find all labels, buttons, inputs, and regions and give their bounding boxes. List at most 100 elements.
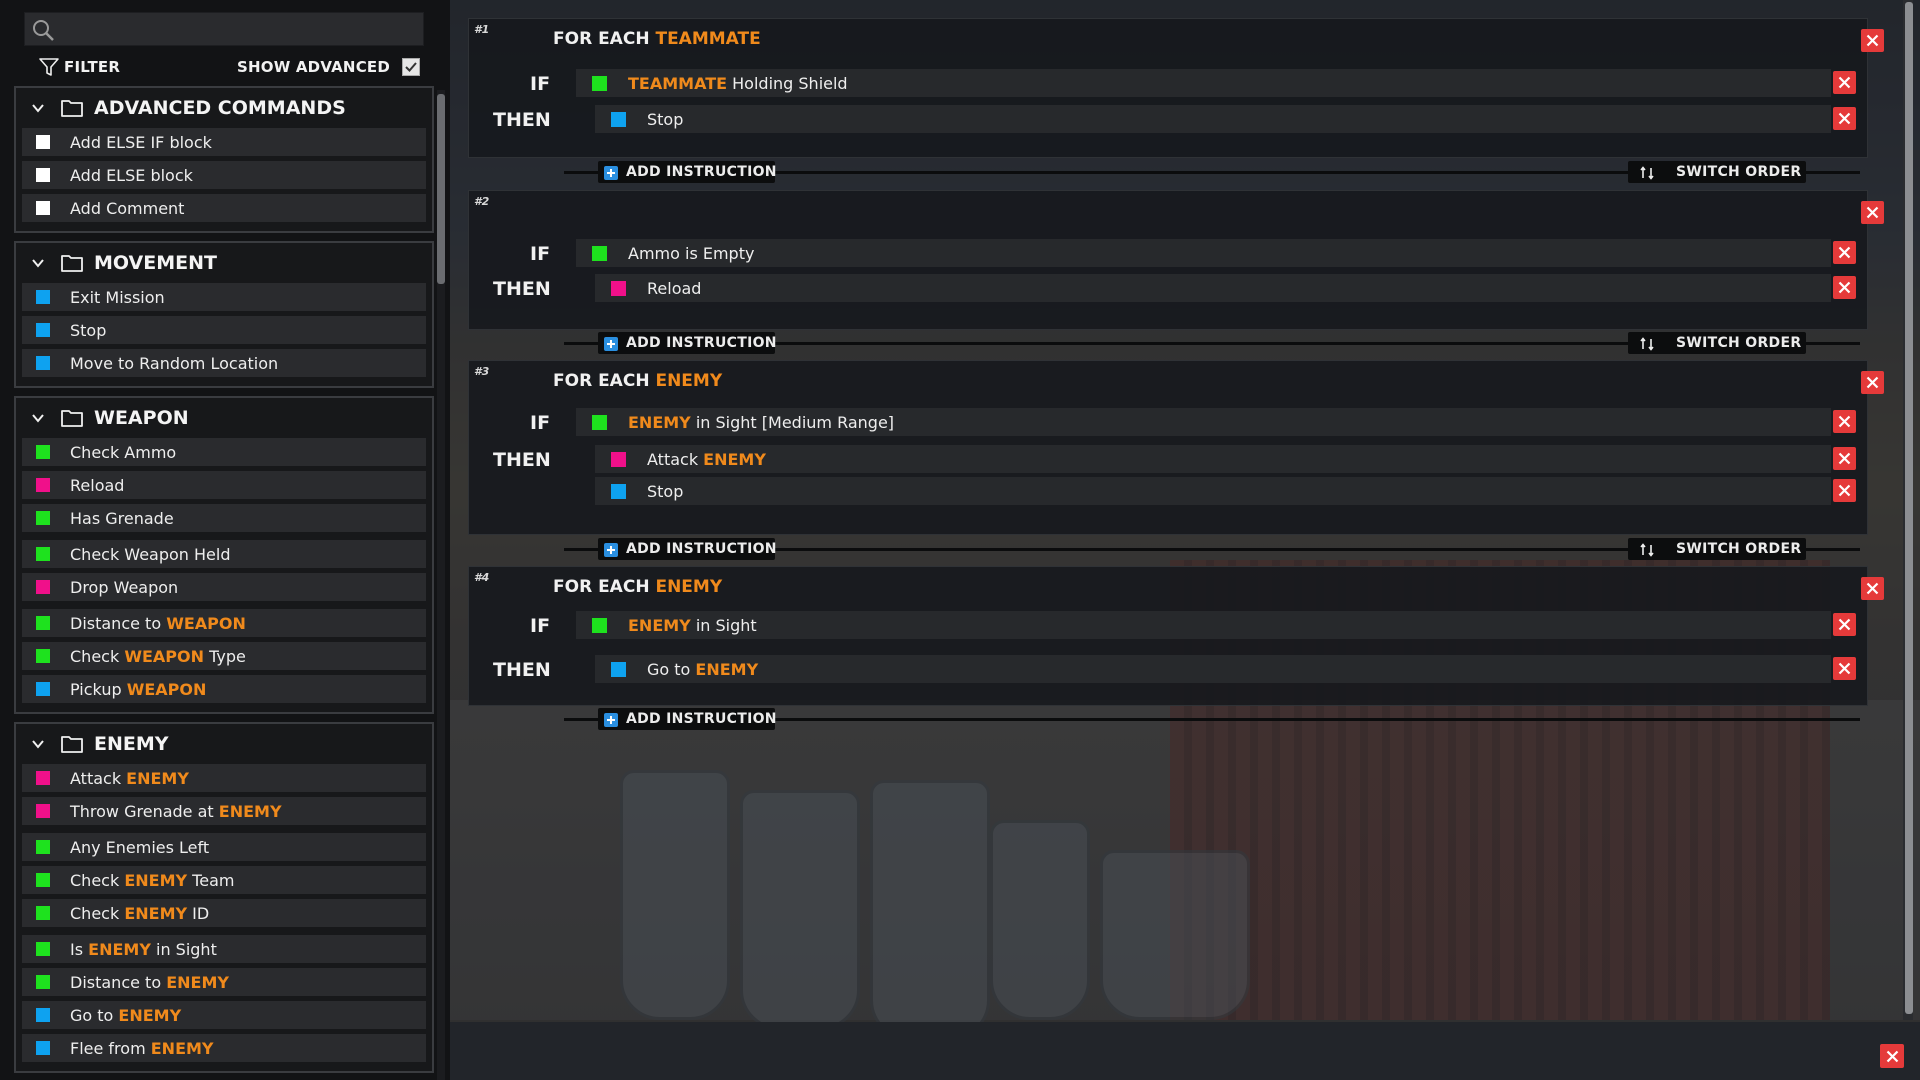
command-label: Stop [70, 321, 106, 340]
category-header[interactable]: ENEMY [20, 724, 428, 764]
delete-condition-button[interactable] [1833, 241, 1856, 264]
show-advanced-label: SHOW ADVANCED [237, 58, 390, 76]
label-text: Reload [647, 278, 702, 298]
show-advanced-checkbox[interactable] [402, 58, 420, 76]
command-label: Distance to ENEMY [70, 973, 229, 992]
switch-order-button[interactable]: SWITCH ORDER [1628, 161, 1806, 183]
command-label: Check Weapon Held [70, 545, 230, 564]
switch-order-button[interactable]: SWITCH ORDER [1628, 332, 1806, 354]
command-color-swatch [36, 649, 50, 663]
command-item[interactable]: Has Grenade [22, 504, 426, 532]
plus-icon [604, 542, 618, 557]
search-box[interactable] [24, 12, 424, 46]
command-item[interactable]: Reload [22, 471, 426, 499]
delete-action-button[interactable] [1833, 657, 1856, 680]
action-row[interactable]: Reload [595, 274, 1831, 302]
chevron-down-icon[interactable] [30, 410, 46, 426]
condition-row[interactable]: Ammo is Empty [576, 239, 1831, 267]
delete-rule-button[interactable] [1861, 577, 1884, 600]
right-scrollbar-thumb[interactable] [1905, 2, 1913, 1014]
add-instruction-button[interactable]: ADD INSTRUCTION [598, 161, 777, 183]
command-label: Attack ENEMY [70, 769, 189, 788]
command-item[interactable]: Throw Grenade at ENEMY [22, 797, 426, 825]
condition-row[interactable]: TEAMMATE Holding Shield [576, 69, 1831, 97]
command-label: Pickup WEAPON [70, 680, 206, 699]
command-item[interactable]: Stop [22, 316, 426, 344]
rule-number: #1 [474, 23, 490, 36]
delete-condition-button[interactable] [1833, 71, 1856, 94]
if-keyword: IF [530, 412, 551, 434]
action-row[interactable]: Stop [595, 105, 1831, 133]
delete-action-button[interactable] [1833, 479, 1856, 502]
add-instruction-button[interactable]: ADD INSTRUCTION [598, 332, 777, 354]
command-item[interactable]: Distance to WEAPON [22, 609, 426, 637]
then-keyword: THEN [493, 109, 551, 131]
highlight-keyword: ENEMY [703, 449, 766, 469]
command-item[interactable]: Check ENEMY Team [22, 866, 426, 894]
command-item[interactable]: Flee from ENEMY [22, 1034, 426, 1062]
command-item[interactable]: Check ENEMY ID [22, 899, 426, 927]
command-item[interactable]: Add ELSE IF block [22, 128, 426, 156]
command-item[interactable]: Add Comment [22, 194, 426, 222]
add-instruction-button[interactable]: ADD INSTRUCTION [598, 538, 777, 560]
chevron-down-icon[interactable] [30, 100, 46, 116]
chevron-down-icon[interactable] [30, 736, 46, 752]
command-label: Distance to WEAPON [70, 614, 246, 633]
close-icon [1838, 662, 1851, 675]
action-row[interactable]: Go to ENEMY [595, 655, 1831, 683]
category-header[interactable]: WEAPON [20, 398, 428, 438]
command-label: Exit Mission [70, 288, 165, 307]
rule-card: #3 FOR EACH ENEMY IF ENEMY in Sight [Medium… [468, 360, 1884, 535]
rule-number: #2 [474, 195, 490, 208]
category-header[interactable]: MOVEMENT [20, 243, 428, 283]
close-editor-button[interactable] [1880, 1044, 1904, 1068]
add-instruction-button[interactable]: ADD INSTRUCTION [598, 708, 777, 730]
label-text: Add Comment [70, 198, 185, 218]
left-scrollbar-thumb[interactable] [437, 94, 445, 284]
switch-order-button[interactable]: SWITCH ORDER [1628, 538, 1806, 560]
delete-rule-button[interactable] [1861, 201, 1884, 224]
condition-label: TEAMMATE Holding Shield [628, 74, 848, 93]
condition-color-swatch [592, 75, 607, 91]
chevron-down-icon[interactable] [30, 255, 46, 271]
for-each-keyword: FOR EACH [553, 577, 656, 597]
condition-row[interactable]: ENEMY in Sight [Medium Range] [576, 408, 1831, 436]
action-row[interactable]: Attack ENEMY [595, 445, 1831, 473]
command-color-swatch [36, 942, 50, 956]
condition-row[interactable]: ENEMY in Sight [576, 611, 1831, 639]
filter-row: FILTER SHOW ADVANCED [38, 56, 420, 78]
delete-rule-button[interactable] [1861, 371, 1884, 394]
delete-condition-button[interactable] [1833, 613, 1856, 636]
command-item[interactable]: Check Weapon Held [22, 540, 426, 568]
delete-action-button[interactable] [1833, 107, 1856, 130]
command-item[interactable]: Add ELSE block [22, 161, 426, 189]
add-instruction-label: ADD INSTRUCTION [626, 335, 777, 351]
command-label: Go to ENEMY [70, 1006, 181, 1025]
delete-action-button[interactable] [1833, 447, 1856, 470]
command-item[interactable]: Exit Mission [22, 283, 426, 311]
command-item[interactable]: Is ENEMY in Sight [22, 935, 426, 963]
show-advanced-toggle[interactable]: SHOW ADVANCED [237, 56, 420, 78]
action-label: Stop [647, 482, 683, 501]
command-item[interactable]: Check WEAPON Type [22, 642, 426, 670]
command-color-swatch [36, 356, 50, 370]
search-input[interactable] [63, 17, 418, 43]
command-item[interactable]: Any Enemies Left [22, 833, 426, 861]
delete-condition-button[interactable] [1833, 410, 1856, 433]
delete-rule-button[interactable] [1861, 29, 1884, 52]
label-text: Distance to [70, 613, 167, 633]
command-item[interactable]: Attack ENEMY [22, 764, 426, 792]
filter-button[interactable]: FILTER [38, 56, 120, 78]
command-item[interactable]: Move to Random Location [22, 349, 426, 377]
command-item[interactable]: Go to ENEMY [22, 1001, 426, 1029]
command-item[interactable]: Pickup WEAPON [22, 675, 426, 703]
command-item[interactable]: Check Ammo [22, 438, 426, 466]
delete-action-button[interactable] [1833, 276, 1856, 299]
command-item[interactable]: Distance to ENEMY [22, 968, 426, 996]
label-text: Go to [70, 1005, 119, 1025]
for-each-label: FOR EACH ENEMY [553, 371, 722, 391]
command-label: Check ENEMY ID [70, 904, 209, 923]
category-header[interactable]: ADVANCED COMMANDS [20, 88, 428, 128]
action-row[interactable]: Stop [595, 477, 1831, 505]
command-item[interactable]: Drop Weapon [22, 573, 426, 601]
